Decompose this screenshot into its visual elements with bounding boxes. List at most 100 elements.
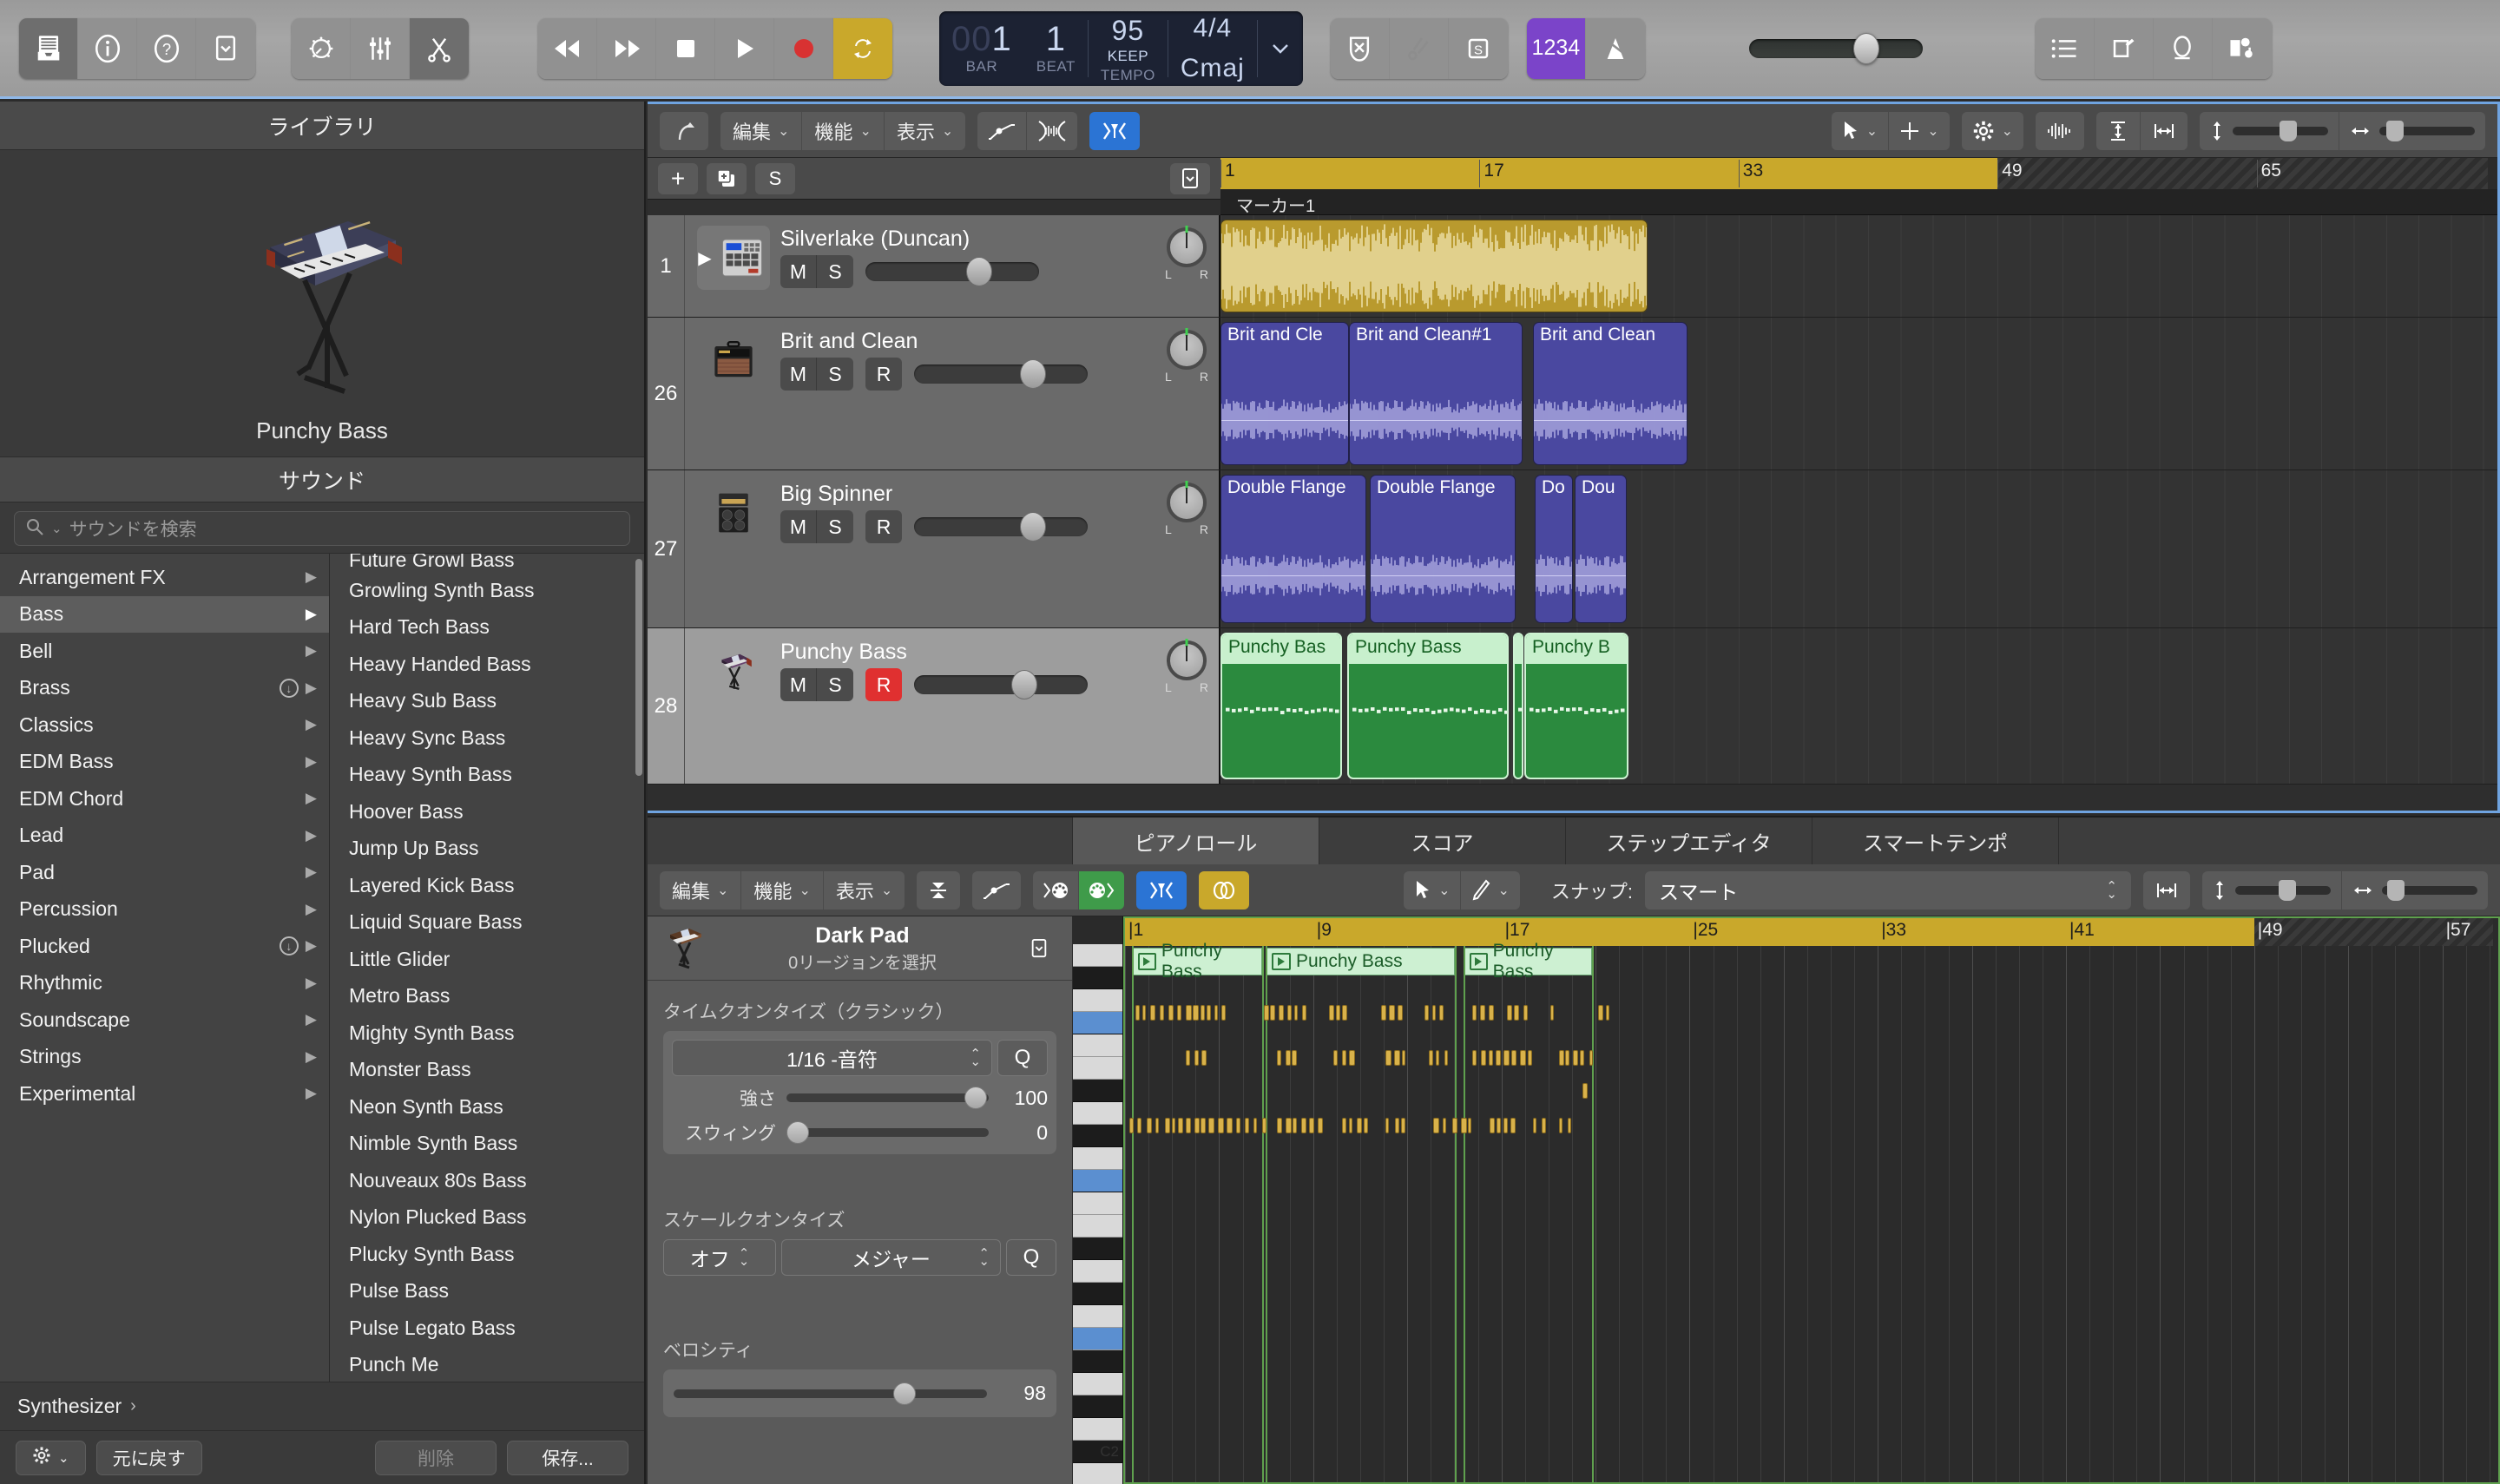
region[interactable]: Punchy Bas bbox=[1220, 633, 1342, 779]
library-category-bass[interactable]: Bass ▶ bbox=[0, 595, 329, 633]
piano-white-key[interactable] bbox=[1073, 1373, 1122, 1395]
fast-forward-button[interactable] bbox=[597, 17, 656, 79]
loop-browser-button[interactable] bbox=[2153, 17, 2213, 79]
midi-note[interactable] bbox=[1270, 1005, 1275, 1021]
region[interactable]: Brit and Clean#1 bbox=[1349, 322, 1523, 465]
library-sound-item[interactable]: Pulse Bass bbox=[330, 1273, 644, 1310]
volume-slider[interactable] bbox=[914, 670, 1088, 699]
automation-icon[interactable] bbox=[977, 111, 1028, 150]
lcd-display[interactable]: 001 BAR 1 BEAT 95 KEEP TEMPO 4/4 Cmaj bbox=[939, 10, 1303, 86]
library-sound-item[interactable]: Heavy Synth Bass bbox=[330, 757, 644, 794]
pan-knob[interactable] bbox=[1167, 639, 1207, 680]
volume-slider[interactable] bbox=[865, 257, 1039, 286]
midi-note[interactable] bbox=[1424, 1005, 1429, 1021]
mixer-button[interactable] bbox=[351, 17, 410, 79]
midi-note[interactable] bbox=[1135, 1005, 1140, 1021]
region[interactable]: Do bbox=[1535, 475, 1573, 623]
lcd-signature-key[interactable]: 4/4 Cmaj bbox=[1168, 11, 1257, 86]
midi-note[interactable] bbox=[1292, 1118, 1298, 1133]
volume-knob[interactable] bbox=[965, 257, 992, 286]
midi-note[interactable] bbox=[1309, 1118, 1315, 1133]
midi-note[interactable] bbox=[1277, 1118, 1282, 1133]
midi-note[interactable] bbox=[1348, 1118, 1352, 1133]
midi-note[interactable] bbox=[1398, 1005, 1404, 1021]
midi-note[interactable] bbox=[1589, 1050, 1594, 1066]
track-row[interactable]: 28 Punchy Bass M S R L R Punchy Bas Punchy Bass P… bbox=[648, 628, 2497, 785]
midi-note[interactable] bbox=[1598, 1005, 1604, 1021]
library-sound-item[interactable]: Nimble Synth Bass bbox=[330, 1126, 644, 1163]
midi-note[interactable] bbox=[1141, 1005, 1146, 1021]
library-category-edm-bass[interactable]: EDM Bass ▶ bbox=[0, 744, 329, 781]
midi-note[interactable] bbox=[1490, 1118, 1496, 1133]
library-sound-item[interactable]: Plucky Synth Bass bbox=[330, 1236, 644, 1273]
midi-note[interactable] bbox=[1572, 1050, 1579, 1066]
library-sound-item[interactable]: Mighty Synth Bass bbox=[330, 1015, 644, 1052]
midi-note[interactable] bbox=[1520, 1050, 1526, 1066]
lcd-bar[interactable]: 001 BAR bbox=[939, 11, 1024, 86]
editor-horizontal-fit-icon[interactable] bbox=[2143, 870, 2190, 909]
region-play-icon[interactable] bbox=[1138, 953, 1156, 970]
midi-note[interactable] bbox=[1201, 1050, 1207, 1066]
midi-note[interactable] bbox=[1451, 1118, 1458, 1133]
midi-note[interactable] bbox=[1207, 1005, 1212, 1021]
library-category-soundscape[interactable]: Soundscape ▶ bbox=[0, 1001, 329, 1039]
midi-note[interactable] bbox=[1439, 1005, 1444, 1021]
editor-edit-menu[interactable]: 編集 ⌄ bbox=[660, 870, 742, 909]
editor-automation-icon[interactable] bbox=[972, 870, 1022, 909]
track-lane[interactable]: Brit and Cle Brit and Clean#1 Brit and Cle… bbox=[1220, 318, 2497, 469]
sound-list-scrollbar[interactable] bbox=[635, 559, 642, 776]
metronome-button[interactable] bbox=[1585, 17, 1645, 79]
midi-note[interactable] bbox=[1318, 1118, 1323, 1133]
list-editors-button[interactable] bbox=[2035, 17, 2095, 79]
library-category-plucked[interactable]: Plucked ↓ ▶ bbox=[0, 928, 329, 965]
pan-control[interactable]: LR bbox=[1163, 639, 1210, 694]
inspector-toggle[interactable] bbox=[78, 17, 137, 79]
search-dropdown-chevron-icon[interactable]: ⌄ bbox=[51, 521, 62, 536]
midi-note[interactable] bbox=[1155, 1118, 1160, 1133]
arrange-ruler[interactable]: 1173349658197113 bbox=[1220, 158, 2497, 189]
editor-snap-brackets-icon[interactable] bbox=[1136, 870, 1188, 909]
media-browser-button[interactable] bbox=[2212, 17, 2272, 79]
midi-note[interactable] bbox=[1389, 1005, 1395, 1021]
piano-roll-grid[interactable]: |1 |9 |17 |25 |33 |41 |49 |57 Punchy Bass Punchy… bbox=[1123, 916, 2500, 1484]
pan-knob[interactable] bbox=[1167, 328, 1207, 370]
library-sound-item[interactable]: Pulse Legato Bass bbox=[330, 1310, 644, 1347]
library-category-edm-chord[interactable]: EDM Chord ▶ bbox=[0, 780, 329, 818]
region[interactable]: Punchy Bass bbox=[1347, 633, 1509, 779]
region[interactable]: Double Flange bbox=[1220, 475, 1366, 623]
cycle-button[interactable] bbox=[833, 17, 892, 79]
midi-note[interactable] bbox=[1186, 1005, 1192, 1021]
lcd-beat[interactable]: 1 BEAT bbox=[1024, 11, 1088, 86]
midi-note[interactable] bbox=[1394, 1050, 1400, 1066]
midi-note[interactable] bbox=[1194, 1050, 1199, 1066]
editor-region-bar[interactable]: Punchy Bass bbox=[1266, 948, 1455, 975]
midi-note[interactable] bbox=[1264, 1005, 1270, 1021]
volume-knob[interactable] bbox=[1011, 670, 1038, 699]
region[interactable]: Brit and Clean bbox=[1533, 322, 1688, 465]
midi-note[interactable] bbox=[1293, 1005, 1298, 1021]
editors-button[interactable] bbox=[410, 17, 469, 79]
delete-button[interactable]: 削除 bbox=[375, 1440, 497, 1475]
midi-note[interactable] bbox=[1429, 1050, 1433, 1066]
editor-functions-menu[interactable]: 機能 ⌄ bbox=[741, 870, 824, 909]
track-lane[interactable]: Punchy Bas Punchy Bass Punchy B bbox=[1220, 628, 2497, 784]
midi-note[interactable] bbox=[1503, 1050, 1510, 1066]
midi-note[interactable] bbox=[1565, 1050, 1570, 1066]
library-sound-item[interactable]: Punch Me bbox=[330, 1347, 644, 1382]
rewind-button[interactable] bbox=[538, 17, 597, 79]
library-sound-item[interactable]: Hard Tech Bass bbox=[330, 609, 644, 647]
midi-note[interactable] bbox=[1168, 1005, 1174, 1021]
cycle-range[interactable] bbox=[1220, 158, 1998, 189]
midi-note[interactable] bbox=[1291, 1050, 1297, 1066]
piano-white-key[interactable] bbox=[1073, 1215, 1122, 1238]
midi-note[interactable] bbox=[1277, 1050, 1282, 1066]
piano-black-key[interactable] bbox=[1073, 1395, 1122, 1418]
library-sound-item[interactable]: Heavy Sub Bass bbox=[330, 683, 644, 720]
piano-black-key[interactable] bbox=[1073, 1238, 1122, 1260]
vertical-zoom-slider[interactable] bbox=[2200, 111, 2339, 150]
lcd-tempo[interactable]: 95 KEEP TEMPO bbox=[1089, 11, 1168, 86]
library-sound-item[interactable]: Jump Up Bass bbox=[330, 831, 644, 868]
midi-note[interactable] bbox=[1385, 1118, 1389, 1133]
region[interactable]: Brit and Cle bbox=[1220, 322, 1349, 465]
midi-note[interactable] bbox=[1194, 1118, 1201, 1133]
